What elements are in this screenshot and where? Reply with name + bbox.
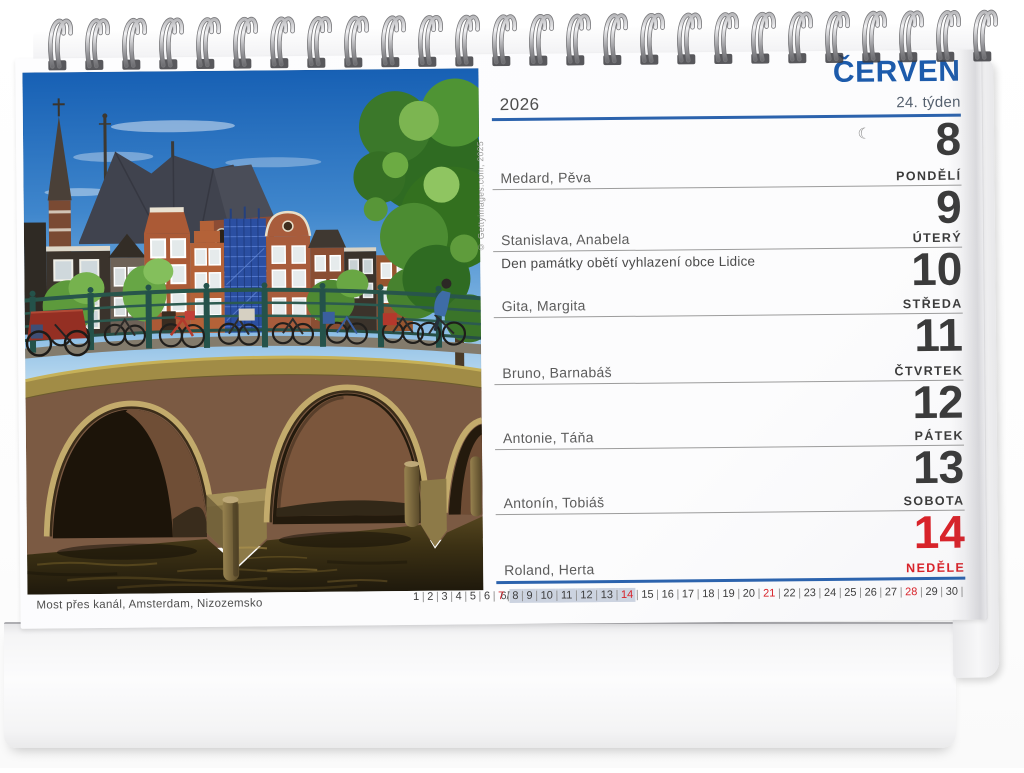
nameday-label: Gita, Margita	[502, 297, 586, 314]
calendar-assembly: Most přes kanál, Amsterdam, Nizozemsko ©…	[0, 0, 1024, 773]
month-strip: 6/2026 1|2|3|4|5|6|7|8|9|10|11|12|13|14|…	[496, 583, 965, 608]
strip-day: 1	[410, 590, 421, 604]
strip-day: 11	[558, 588, 575, 602]
strip-day: 2	[425, 590, 436, 604]
day-row: ☾ 8 PONDĚLÍ Medard, Pěva	[492, 114, 962, 190]
day-row: Den památky obětí vyhlazení obce Lidice …	[493, 248, 963, 318]
strip-day: 7	[495, 589, 506, 603]
day-row: 11 ČTVRTEK Bruno, Barnabáš	[494, 314, 964, 385]
strip-day: 27	[882, 585, 900, 599]
strip-day: 14	[618, 588, 636, 602]
strip-day: 4	[453, 589, 464, 603]
calendar-page: Most přes kanál, Amsterdam, Nizozemsko ©…	[15, 49, 986, 628]
strip-day: 25	[842, 586, 860, 600]
year-label: 2026	[500, 95, 540, 115]
nameday-label: Bruno, Barnabáš	[502, 364, 612, 381]
desk-calendar-scene: Most přes kanál, Amsterdam, Nizozemsko ©…	[0, 0, 1024, 768]
strip-day: 9	[524, 589, 535, 603]
nameday-label: Roland, Herta	[504, 561, 594, 578]
strip-day: 26	[862, 585, 880, 599]
strip-day: 12	[578, 588, 596, 602]
strip-day: 6	[481, 589, 492, 603]
strip-day: 22	[781, 586, 799, 600]
strip-day: 28	[902, 585, 920, 599]
strip-day: 23	[801, 586, 819, 600]
day-row: 12 PÁTEK Antonie, Táňa	[494, 381, 964, 450]
strip-day: 18	[700, 587, 718, 601]
strip-day: 29	[923, 585, 941, 599]
strip-day: 19	[720, 587, 738, 601]
nameday-label: Antonín, Tobiáš	[503, 494, 604, 511]
strip-day: 24	[821, 586, 839, 600]
page-curl-shadow	[946, 49, 987, 619]
strip-day: 13	[598, 588, 616, 602]
holiday-note: Den památky obětí vyhlazení obce Lidice	[501, 254, 755, 271]
strip-day: 21	[760, 586, 778, 600]
strip-day: 20	[740, 587, 758, 601]
calendar-photo	[22, 68, 483, 594]
strip-day: 17	[679, 587, 697, 601]
strip-day: 5	[467, 589, 478, 603]
day-row: 9 ÚTERÝ Stanislava, Anabela	[493, 186, 963, 252]
spiral-binding	[45, 5, 1014, 82]
photo-credit: © Gettyimages.com, 2025	[475, 82, 487, 252]
day-row: 14 NEDĚLE Roland, Herta	[496, 511, 966, 584]
nameday-label: Medard, Pěva	[500, 169, 591, 186]
moon-phase-icon: ☾	[857, 125, 871, 143]
nameday-label: Antonie, Táňa	[503, 429, 594, 446]
strip-day: 10	[538, 589, 556, 603]
nameday-label: Stanislava, Anabela	[501, 231, 630, 248]
strip-day: 15	[639, 588, 657, 602]
strip-day: 16	[659, 587, 677, 601]
strip-day: 3	[439, 590, 450, 604]
photo-caption: Most přes kanál, Amsterdam, Nizozemsko	[36, 597, 262, 611]
month-strip-days: 1|2|3|4|5|6|7|8|9|10|11|12|13|14|15|16|1…	[554, 585, 963, 603]
strip-day: 8	[510, 589, 521, 603]
day-row: 13 SOBOTA Antonín, Tobiáš	[495, 446, 965, 515]
calendar-week-panel: ČERVEN 2026 24. týden ☾ 8 PONDĚLÍ Medard…	[491, 50, 965, 624]
